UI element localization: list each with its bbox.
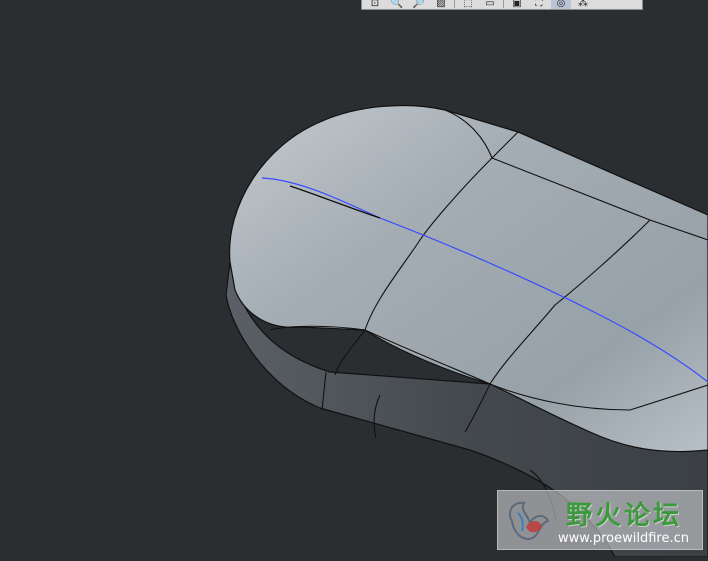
edge-cross-3 xyxy=(334,329,366,376)
watermark-url: www.proewildfire.cn xyxy=(558,531,689,546)
datum-planes-icon[interactable]: ⛶ xyxy=(529,0,549,9)
datum-axes-icon[interactable]: ◎ xyxy=(551,0,571,9)
model-viewport[interactable]: ⊡ 🔍 🔎 ▨ ⬚ ▭ ▣ ⛶ ◎ ⁂ 野火论坛 www.proewildfir… xyxy=(0,0,708,558)
view-toolbar: ⊡ 🔍 🔎 ▨ ⬚ ▭ ▣ ⛶ ◎ ⁂ xyxy=(361,0,643,10)
view-orientation-icon[interactable]: ⬚ xyxy=(458,0,478,9)
zoom-window-icon[interactable]: ⊡ xyxy=(365,0,385,9)
repaint-icon[interactable]: ▨ xyxy=(431,0,451,9)
flame-logo-icon xyxy=(508,501,550,540)
forum-watermark: 野火论坛 www.proewildfire.cn xyxy=(497,490,703,550)
datum-points-icon[interactable]: ⁂ xyxy=(573,0,593,9)
model-graphics[interactable] xyxy=(0,0,708,558)
zoom-in-icon[interactable]: 🔍 xyxy=(387,0,407,9)
toolbar-separator xyxy=(454,0,455,8)
zoom-out-icon[interactable]: 🔎 xyxy=(409,0,429,9)
saved-views-icon[interactable]: ▣ xyxy=(507,0,527,9)
toolbar-separator xyxy=(503,0,504,8)
display-style-icon[interactable]: ▭ xyxy=(480,0,500,9)
watermark-title: 野火论坛 xyxy=(566,501,683,531)
